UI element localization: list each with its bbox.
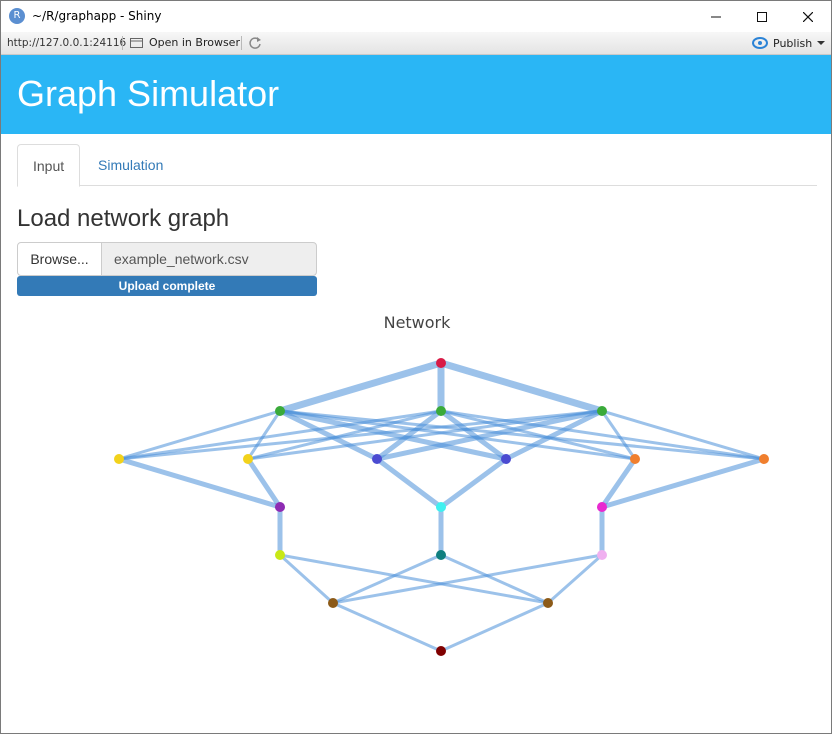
minimize-button[interactable] xyxy=(693,1,739,32)
close-button[interactable] xyxy=(785,1,831,32)
network-edge xyxy=(439,456,508,510)
network-edge xyxy=(440,601,549,653)
network-edge xyxy=(332,553,603,605)
network-edge xyxy=(600,410,637,460)
network-title: Network xyxy=(383,313,451,332)
network-edge xyxy=(246,410,282,460)
network-edge xyxy=(601,409,765,461)
file-name-field: example_network.csv xyxy=(101,242,317,276)
network-edge xyxy=(440,359,603,415)
file-upload: Browse... example_network.csv xyxy=(17,242,317,276)
app-title: Graph Simulator xyxy=(17,73,280,114)
network-edge xyxy=(440,409,765,461)
chevron-down-icon xyxy=(817,41,826,45)
network-edge xyxy=(118,409,281,461)
network-node xyxy=(597,502,607,512)
network-node xyxy=(436,646,446,656)
network-edge xyxy=(279,553,549,605)
network-edge xyxy=(245,457,283,509)
network-node xyxy=(243,454,253,464)
network-node xyxy=(114,454,124,464)
network-node xyxy=(597,550,607,560)
publish-label: Publish xyxy=(773,36,813,50)
network-edge xyxy=(278,408,379,462)
toolbar-separator xyxy=(122,36,123,50)
network-edge xyxy=(504,408,604,462)
network-edge xyxy=(118,409,442,461)
network-node xyxy=(501,454,511,464)
network-edge xyxy=(601,456,765,510)
network-edge xyxy=(440,409,636,461)
viewer-toolbar: http://127.0.0.1:24116 Open in Browser P… xyxy=(1,32,831,55)
network-node xyxy=(436,358,446,368)
network-node xyxy=(275,550,285,560)
network-edge xyxy=(247,409,442,461)
network-node xyxy=(597,406,607,416)
url-label: http://127.0.0.1:24116 xyxy=(7,37,127,49)
refresh-button[interactable] xyxy=(248,36,262,53)
network-node xyxy=(759,454,769,464)
publish-button[interactable]: Publish xyxy=(752,36,826,50)
network-edge xyxy=(599,457,638,509)
section-heading: Load network graph xyxy=(17,205,230,232)
open-in-browser-label: Open in Browser xyxy=(149,36,240,49)
network-node xyxy=(630,454,640,464)
network-edge xyxy=(118,456,281,510)
network-edge xyxy=(247,409,603,461)
browse-button[interactable]: Browse... xyxy=(17,242,102,276)
toolbar-separator xyxy=(241,36,242,50)
r-app-icon: R xyxy=(9,8,25,24)
network-edge xyxy=(439,408,508,462)
network-edge xyxy=(118,409,603,461)
minimize-icon xyxy=(711,16,721,17)
window-title: ~/R/graphapp - Shiny xyxy=(32,9,162,23)
title-bar: R ~/R/graphapp - Shiny xyxy=(1,1,831,32)
app-header: Graph Simulator xyxy=(1,55,831,134)
upload-progress-bar: Upload complete xyxy=(17,276,317,296)
network-edge xyxy=(279,409,765,461)
network-edge xyxy=(375,457,443,509)
network-edge xyxy=(278,553,335,605)
network-node xyxy=(372,454,382,464)
maximize-icon xyxy=(757,11,767,22)
tab-bar: Input Simulation xyxy=(17,144,817,187)
shiny-window: R ~/R/graphapp - Shiny http://127.0.0.1:… xyxy=(0,0,832,734)
network-edge xyxy=(279,408,507,462)
network-edge xyxy=(279,359,442,415)
tab-input[interactable]: Input xyxy=(17,144,80,187)
open-in-browser-button[interactable]: Open in Browser xyxy=(130,36,240,49)
network-node xyxy=(436,550,446,560)
network-edge xyxy=(440,553,549,605)
network-edge xyxy=(332,601,442,653)
tab-simulation[interactable]: Simulation xyxy=(83,144,178,186)
browser-icon xyxy=(130,37,143,48)
network-node xyxy=(436,502,446,512)
network-node xyxy=(275,502,285,512)
network-node xyxy=(436,406,446,416)
network-node xyxy=(328,598,338,608)
refresh-icon xyxy=(249,37,261,49)
network-node xyxy=(275,406,285,416)
network-edge xyxy=(547,553,603,605)
close-icon xyxy=(803,11,813,22)
network-edge xyxy=(279,409,636,461)
network-edge xyxy=(332,553,442,605)
network-node xyxy=(543,598,553,608)
network-edge xyxy=(376,408,603,462)
network-edge xyxy=(375,409,443,461)
publish-icon xyxy=(752,37,768,49)
maximize-button[interactable] xyxy=(739,1,785,32)
